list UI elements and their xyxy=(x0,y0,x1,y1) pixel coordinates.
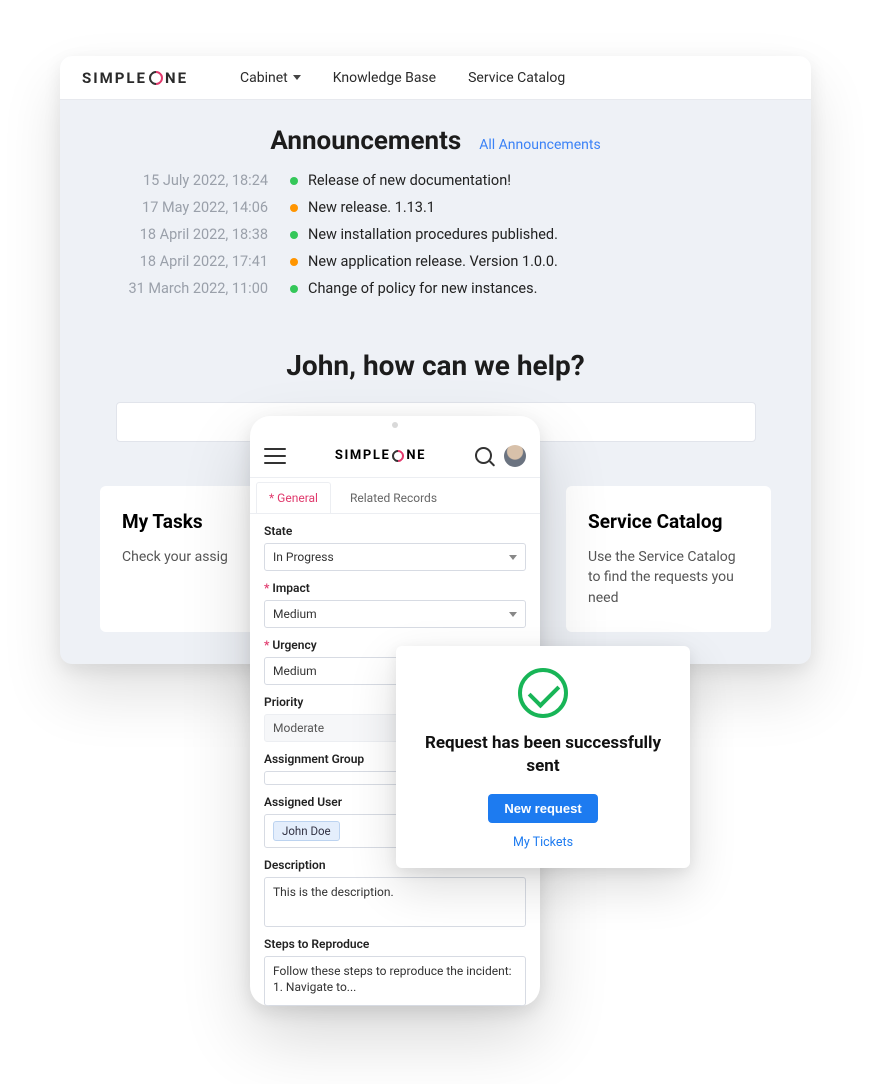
nav-catalog-label: Service Catalog xyxy=(468,70,565,86)
nav-service-catalog[interactable]: Service Catalog xyxy=(468,70,565,86)
brand-right: NE xyxy=(165,69,188,87)
status-dot-icon xyxy=(290,258,298,266)
announcement-text: Release of new documentation! xyxy=(308,172,511,189)
chevron-down-icon xyxy=(509,612,517,617)
announcement-text: New installation procedures published. xyxy=(308,226,558,243)
card-service-catalog-title: Service Catalog xyxy=(588,510,749,533)
announcement-text: Change of policy for new instances. xyxy=(308,280,537,297)
avatar[interactable] xyxy=(504,445,526,467)
announcements-title: Announcements xyxy=(270,126,461,156)
textarea-steps[interactable]: Follow these steps to reproduce the inci… xyxy=(264,956,526,1006)
nav-kb-label: Knowledge Base xyxy=(333,70,436,86)
nav-cabinet-label: Cabinet xyxy=(240,70,288,86)
announcement-row[interactable]: 15 July 2022, 18:24 Release of new docume… xyxy=(100,172,771,189)
form-tabs: *General Related Records xyxy=(250,478,540,514)
nav-knowledge-base[interactable]: Knowledge Base xyxy=(333,70,436,86)
search-icon[interactable] xyxy=(475,447,492,464)
brand-left: SIMPLE xyxy=(82,69,147,87)
mobile-brand-logo: SIMPLE NE xyxy=(335,448,426,463)
status-dot-icon xyxy=(290,204,298,212)
success-check-icon xyxy=(518,668,568,718)
card-service-catalog[interactable]: Service Catalog Use the Service Catalog … xyxy=(566,486,771,632)
tab-general[interactable]: *General xyxy=(256,482,331,513)
announcement-date: 15 July 2022, 18:24 xyxy=(100,172,290,189)
textarea-description[interactable]: This is the description. xyxy=(264,877,526,927)
status-dot-icon xyxy=(290,177,298,185)
tab-related-records[interactable]: Related Records xyxy=(337,482,450,513)
chevron-down-icon xyxy=(509,555,517,560)
card-service-catalog-body: Use the Service Catalog to find the requ… xyxy=(588,547,749,608)
announcement-row[interactable]: 18 April 2022, 17:41 New application rele… xyxy=(100,253,771,270)
announcement-date: 18 April 2022, 18:38 xyxy=(100,226,290,243)
nav-cabinet[interactable]: Cabinet xyxy=(240,70,301,86)
announcements-header: Announcements All Announcements xyxy=(100,126,771,156)
mobile-topbar: SIMPLE NE xyxy=(250,434,540,478)
label-state: State xyxy=(264,524,526,538)
announcement-row[interactable]: 18 April 2022, 18:38 New installation pro… xyxy=(100,226,771,243)
announcements-list: 15 July 2022, 18:24 Release of new docume… xyxy=(100,172,771,297)
brand-ring-icon xyxy=(146,68,166,88)
select-impact[interactable]: Medium xyxy=(264,600,526,628)
announcement-row[interactable]: 17 May 2022, 14:06 New release. 1.13.1 xyxy=(100,199,771,216)
phone-notch xyxy=(392,422,398,428)
status-dot-icon xyxy=(290,231,298,239)
brand-ring-icon xyxy=(390,447,407,464)
status-dot-icon xyxy=(290,285,298,293)
greeting: John, how can we help? xyxy=(100,349,771,382)
announcement-text: New release. 1.13.1 xyxy=(308,199,435,216)
success-toast: Request has been successfully sent New r… xyxy=(396,646,690,868)
portal-topbar: SIMPLE NE Cabinet Knowledge Base Service… xyxy=(60,56,811,100)
hamburger-icon[interactable] xyxy=(264,448,286,464)
announcement-date: 17 May 2022, 14:06 xyxy=(100,199,290,216)
brand-logo: SIMPLE NE xyxy=(82,69,188,87)
announcement-text: New application release. Version 1.0.0. xyxy=(308,253,558,270)
chevron-down-icon xyxy=(293,75,301,80)
announcement-row[interactable]: 31 March 2022, 11:00 Change of policy for… xyxy=(100,280,771,297)
label-impact: Impact xyxy=(264,581,526,595)
my-tickets-link[interactable]: My Tickets xyxy=(416,835,670,850)
announcement-date: 31 March 2022, 11:00 xyxy=(100,280,290,297)
user-pill[interactable]: John Doe xyxy=(273,821,340,841)
label-steps: Steps to Reproduce xyxy=(264,937,526,951)
announcement-date: 18 April 2022, 17:41 xyxy=(100,253,290,270)
select-state[interactable]: In Progress xyxy=(264,543,526,571)
top-nav: Cabinet Knowledge Base Service Catalog xyxy=(240,70,565,86)
all-announcements-link[interactable]: All Announcements xyxy=(479,137,600,153)
new-request-button[interactable]: New request xyxy=(488,794,597,823)
toast-title: Request has been successfully sent xyxy=(416,732,670,778)
